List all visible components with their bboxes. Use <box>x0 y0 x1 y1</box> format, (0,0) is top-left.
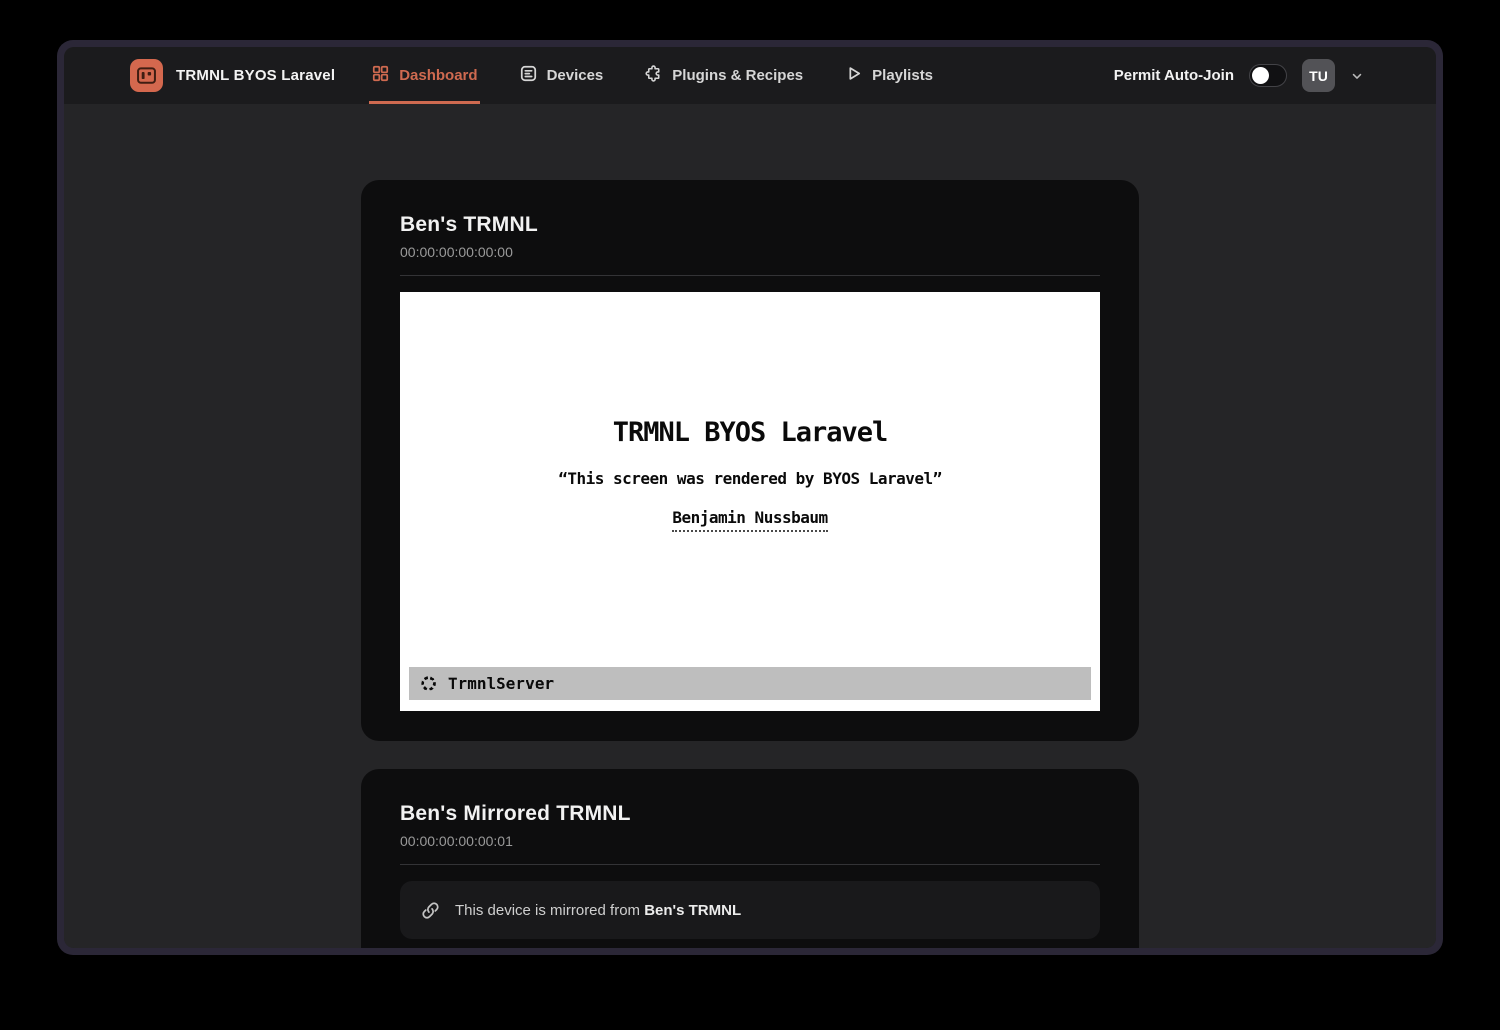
nav-tabs: Dashboard Devices <box>369 47 972 104</box>
divider <box>400 275 1100 276</box>
tab-label: Playlists <box>872 67 933 84</box>
permit-auto-join-toggle[interactable] <box>1249 64 1287 87</box>
tab-playlists[interactable]: Playlists <box>842 47 935 104</box>
tab-label: Devices <box>547 67 604 84</box>
tab-dashboard[interactable]: Dashboard <box>369 47 479 104</box>
app-title: TRMNL BYOS Laravel <box>176 67 335 84</box>
user-avatar[interactable]: TU <box>1302 59 1335 92</box>
play-icon <box>844 64 863 87</box>
mirror-source-device: Ben's TRMNL <box>644 902 741 919</box>
mirror-notice-text: This device is mirrored from Ben's TRMNL <box>455 902 741 919</box>
screen-title-bar: TrmnlServer <box>409 667 1091 700</box>
screen-author: Benjamin Nussbaum <box>672 508 827 532</box>
screen-quote: “This screen was rendered by BYOS Larave… <box>558 469 942 488</box>
divider <box>400 864 1100 865</box>
top-navbar: TRMNL BYOS Laravel Dashboard <box>64 47 1436 104</box>
tab-plugins-recipes[interactable]: Plugins & Recipes <box>642 47 805 104</box>
device-name: Ben's TRMNL <box>400 213 1100 237</box>
device-card-bens-mirrored-trmnl: Ben's Mirrored TRMNL 00:00:00:00:00:01 T… <box>361 769 1139 948</box>
device-name: Ben's Mirrored TRMNL <box>400 802 1100 826</box>
toggle-knob <box>1252 67 1269 84</box>
spinner-icon <box>419 674 438 693</box>
screen-content: TRMNL BYOS Laravel “This screen was rend… <box>400 292 1100 656</box>
chevron-down-icon[interactable] <box>1350 69 1364 83</box>
grid-icon <box>371 64 390 87</box>
app-window: TRMNL BYOS Laravel Dashboard <box>57 40 1443 955</box>
permit-auto-join-label: Permit Auto-Join <box>1114 67 1234 84</box>
link-icon <box>420 900 441 921</box>
device-mac-address: 00:00:00:00:00:00 <box>400 244 1100 260</box>
device-screen-preview: TRMNL BYOS Laravel “This screen was rend… <box>400 292 1100 711</box>
brand[interactable]: TRMNL BYOS Laravel <box>130 47 335 104</box>
devices-icon <box>519 64 538 87</box>
device-card-bens-trmnl: Ben's TRMNL 00:00:00:00:00:00 TRMNL BYOS… <box>361 180 1139 741</box>
tab-label: Plugins & Recipes <box>672 67 803 84</box>
plugin-label: TrmnlServer <box>448 674 554 693</box>
dashboard-content: Ben's TRMNL 00:00:00:00:00:00 TRMNL BYOS… <box>64 104 1436 948</box>
trmnl-logo-icon <box>130 59 163 92</box>
screen-title: TRMNL BYOS Laravel <box>613 417 888 448</box>
mirror-notice: This device is mirrored from Ben's TRMNL <box>400 881 1100 939</box>
tab-devices[interactable]: Devices <box>517 47 606 104</box>
device-mac-address: 00:00:00:00:00:01 <box>400 833 1100 849</box>
puzzle-icon <box>644 64 663 87</box>
tab-label: Dashboard <box>399 67 477 84</box>
nav-right: Permit Auto-Join TU <box>1114 47 1364 104</box>
app-window-inner: TRMNL BYOS Laravel Dashboard <box>64 47 1436 948</box>
